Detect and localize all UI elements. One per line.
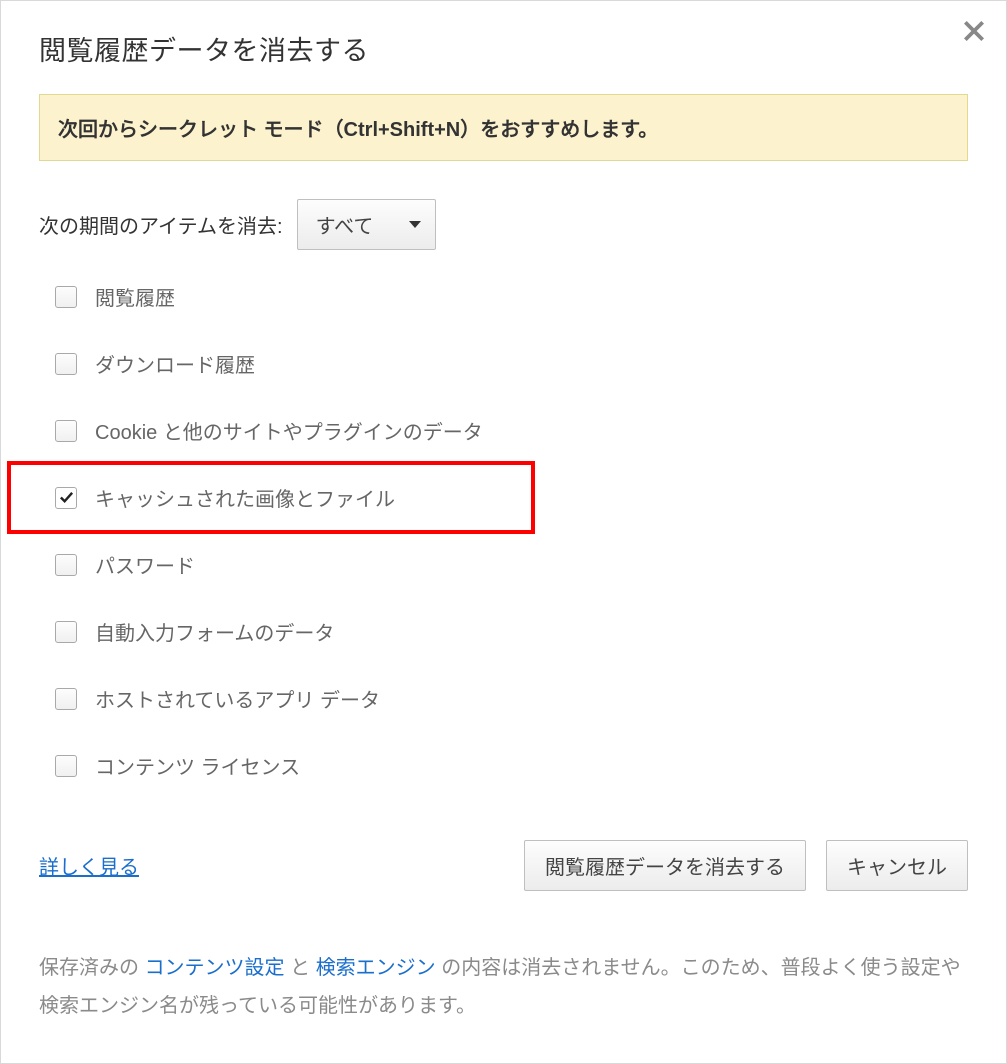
footer-note: 保存済みの コンテンツ設定 と 検索エンジン の内容は消去されません。このため、… — [39, 949, 968, 1025]
time-range-label: 次の期間のアイテムを消去: — [39, 210, 283, 239]
dialog-header: 閲覧履歴データを消去する — [39, 29, 968, 68]
time-range-select[interactable]: すべて — [297, 199, 437, 250]
option-checkbox[interactable] — [55, 353, 77, 375]
option-checkbox[interactable] — [55, 755, 77, 777]
option-checkbox[interactable] — [55, 487, 77, 509]
clear-data-button[interactable]: 閲覧履歴データを消去する — [524, 840, 806, 891]
option-row: Cookie と他のサイトやプラグインのデータ — [55, 416, 968, 445]
content-settings-link[interactable]: コンテンツ設定 — [145, 957, 285, 979]
cancel-button[interactable]: キャンセル — [826, 840, 968, 891]
time-range-select-wrap: すべて — [297, 199, 437, 250]
options-list: 閲覧履歴ダウンロード履歴 Cookie と他のサイトやプラグインのデータキャッシュ… — [39, 282, 968, 780]
option-label: 閲覧履歴 — [95, 282, 175, 311]
option-row: パスワード — [55, 550, 968, 579]
close-button[interactable] — [956, 15, 992, 51]
footer-text-pre: 保存済みの — [39, 957, 145, 979]
option-label: Cookie と他のサイトやプラグインのデータ — [95, 416, 483, 445]
footer-text-mid: と — [285, 957, 316, 979]
option-checkbox[interactable] — [55, 688, 77, 710]
option-row: ダウンロード履歴 — [55, 349, 968, 378]
incognito-suggestion-banner: 次回からシークレット モード（Ctrl+Shift+N）をおすすめします。 — [39, 94, 968, 161]
option-label: パスワード — [95, 550, 195, 579]
option-checkbox[interactable] — [55, 554, 77, 576]
option-row: キャッシュされた画像とファイル — [55, 483, 968, 512]
option-checkbox[interactable] — [55, 621, 77, 643]
action-row: 詳しく見る 閲覧履歴データを消去する キャンセル — [39, 840, 968, 891]
option-label: ダウンロード履歴 — [95, 349, 255, 378]
time-range-row: 次の期間のアイテムを消去: すべて — [39, 199, 968, 250]
clear-browsing-data-dialog: 閲覧履歴データを消去する 次回からシークレット モード（Ctrl+Shift+N… — [0, 0, 1007, 1064]
option-label: コンテンツ ライセンス — [95, 751, 300, 780]
option-checkbox[interactable] — [55, 420, 77, 442]
dialog-title: 閲覧履歴データを消去する — [39, 29, 369, 68]
option-row: コンテンツ ライセンス — [55, 751, 968, 780]
option-row: 閲覧履歴 — [55, 282, 968, 311]
option-row: ホストされているアプリ データ — [55, 684, 968, 713]
option-row: 自動入力フォームのデータ — [55, 617, 968, 646]
close-icon — [961, 18, 987, 49]
option-label: ホストされているアプリ データ — [95, 684, 380, 713]
learn-more-link[interactable]: 詳しく見る — [39, 851, 139, 880]
search-engines-link[interactable]: 検索エンジン — [316, 957, 436, 979]
option-label: 自動入力フォームのデータ — [95, 617, 334, 646]
option-label: キャッシュされた画像とファイル — [95, 483, 395, 512]
option-checkbox[interactable] — [55, 286, 77, 308]
